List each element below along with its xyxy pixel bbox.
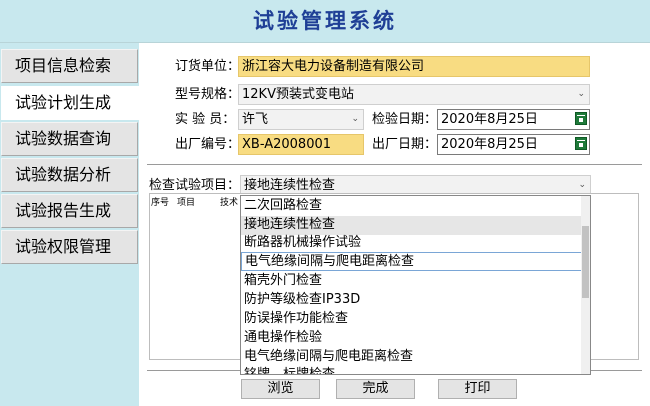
dropdown-scrollbar[interactable] <box>581 196 590 374</box>
dropdown-option-hovered[interactable]: 电气绝缘间隔与爬电距离检查 <box>241 252 582 271</box>
sidebar-item-data-query[interactable]: 试验数据查询 <box>1 122 138 156</box>
factory-date-label: 出厂日期： <box>372 137 438 152</box>
sidebar: 项目信息检索 试验计划生成 试验数据查询 试验数据分析 试验报告生成 试验权限管… <box>0 43 139 406</box>
dropdown-option[interactable]: 防误操作功能检查 <box>241 310 582 329</box>
dropdown-option[interactable]: 断路器机械操作试验 <box>241 234 582 253</box>
order-unit-label: 订货单位： <box>175 59 241 74</box>
factory-date-value: 2020年8月25日 <box>441 137 538 152</box>
dropdown-option-selected[interactable]: 接地连续性检查 <box>241 216 582 235</box>
grid-header-index: 序号 <box>151 198 170 208</box>
inspect-date-picker[interactable]: 2020年8月25日 <box>437 109 590 130</box>
serial-field[interactable]: XB-A2008001 <box>238 134 364 155</box>
check-item-value: 接地连续性检查 <box>244 178 336 193</box>
serial-value: XB-A2008001 <box>242 137 332 152</box>
sidebar-item-project-search[interactable]: 项目信息检索 <box>1 49 138 83</box>
sidebar-item-plan-generation[interactable]: 试验计划生成 <box>1 86 139 120</box>
dropdown-option[interactable]: 电气绝缘间隔与爬电距离检查 <box>241 348 582 367</box>
chevron-down-icon: ⌄ <box>351 114 359 124</box>
section-divider <box>147 164 642 165</box>
grid-header-tech: 技术 <box>220 198 239 208</box>
done-button[interactable]: 完成 <box>336 379 415 399</box>
order-unit-value: 浙江容大电力设备制造有限公司 <box>242 59 425 74</box>
check-item-dropdown-list[interactable]: 二次回路检查 接地连续性检查 断路器机械操作试验 电气绝缘间隔与爬电距离检查 箱… <box>240 195 591 375</box>
app-title: 试验管理系统 <box>253 9 397 33</box>
model-value: 12KV预装式变电站 <box>242 87 354 102</box>
sidebar-item-data-analysis[interactable]: 试验数据分析 <box>1 158 138 192</box>
model-select[interactable]: 12KV预装式变电站 ⌄ <box>238 84 590 105</box>
app-header: 试验管理系统 <box>0 0 650 43</box>
grid-header-item: 项目 <box>177 198 196 208</box>
tester-label: 实 验 员： <box>175 112 236 127</box>
dropdown-option[interactable]: 二次回路检查 <box>241 197 582 216</box>
order-unit-field[interactable]: 浙江容大电力设备制造有限公司 <box>238 56 590 77</box>
dropdown-option[interactable]: 铭牌、标牌检查 <box>241 366 582 374</box>
factory-date-picker[interactable]: 2020年8月25日 <box>437 134 590 155</box>
calendar-icon[interactable] <box>575 137 587 150</box>
tester-value: 许飞 <box>242 112 269 127</box>
calendar-icon[interactable] <box>575 112 587 125</box>
browse-button[interactable]: 浏览 <box>241 379 320 399</box>
model-label: 型号规格： <box>175 87 241 102</box>
sidebar-item-permission-management[interactable]: 试验权限管理 <box>1 230 138 264</box>
inspect-date-value: 2020年8月25日 <box>441 112 538 127</box>
tester-select[interactable]: 许飞 ⌄ <box>238 109 364 130</box>
dropdown-option[interactable]: 箱壳外门检查 <box>241 272 582 291</box>
sidebar-item-report-generation[interactable]: 试验报告生成 <box>1 194 138 228</box>
dropdown-option[interactable]: 通电操作检验 <box>241 329 582 348</box>
chevron-down-icon: ⌄ <box>577 89 585 99</box>
dropdown-option[interactable]: 防护等级检查IP33D <box>241 291 582 310</box>
inspect-date-label: 检验日期： <box>372 112 438 127</box>
scrollbar-thumb[interactable] <box>582 226 589 298</box>
serial-label: 出厂编号： <box>175 137 241 152</box>
print-button[interactable]: 打印 <box>438 379 517 399</box>
